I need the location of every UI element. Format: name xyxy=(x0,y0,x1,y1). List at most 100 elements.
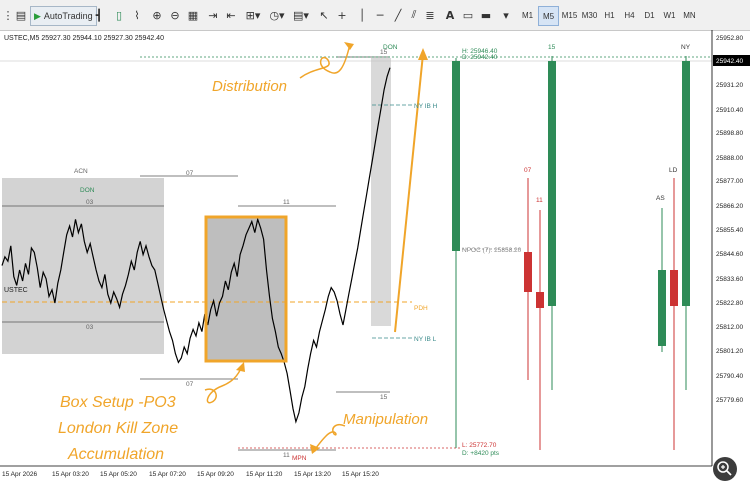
htf-candle-ny-body xyxy=(682,61,690,306)
timeframe-m5[interactable]: M5 xyxy=(538,6,559,26)
price-chart[interactable]: Distribution Box Setup -PO3 London Kill … xyxy=(0,30,750,498)
line-chart-icon[interactable]: ⌇ xyxy=(130,6,144,24)
time-axis-label: 15 Apr 13:20 xyxy=(294,471,331,478)
htf-candle-11-body xyxy=(536,292,544,308)
autoscroll-icon[interactable]: ⇤ xyxy=(224,6,238,24)
box-setup-annotation: Box Setup -PO3 xyxy=(60,394,176,411)
time-axis-label: 15 Apr 07:20 xyxy=(149,471,186,478)
ny-ib-high-label: NY IB H xyxy=(414,103,438,110)
htf-07-label: 07 xyxy=(524,167,532,174)
price-axis: 25952.80 25931.20 25910.40 25898.80 25888.00… xyxy=(716,35,743,404)
price-axis-label: 25866.20 xyxy=(716,203,743,210)
htf-candle-ld-body xyxy=(670,270,678,306)
autotrading-button[interactable]: ▶ AutoTrading xyxy=(30,6,97,26)
timeframe-d1[interactable]: D1 xyxy=(640,6,659,24)
session-03-bottom-label: 03 xyxy=(86,324,94,331)
price-axis-label: 25877.00 xyxy=(716,178,743,185)
price-axis-label: 25855.40 xyxy=(716,227,743,234)
price-axis-label: 25898.80 xyxy=(716,130,743,137)
london-kill-zone-annotation: London Kill Zone xyxy=(58,420,178,437)
periods-icon[interactable]: ◷▾ xyxy=(266,6,288,24)
htf-ny-label: NY xyxy=(681,44,691,51)
equidistant-channel-icon[interactable]: ⫽ xyxy=(408,6,420,24)
more-tools-icon[interactable]: ▾ xyxy=(498,6,514,24)
session-07-top-label: 07 xyxy=(186,170,194,177)
htf-as-label: AS xyxy=(656,195,665,202)
htf-candle-07-body xyxy=(524,252,532,292)
vertical-line-icon[interactable]: │ xyxy=(356,6,368,24)
htf-ld-label: LD xyxy=(669,167,678,174)
price-axis-label: 25844.60 xyxy=(716,251,743,258)
autotrading-label: AutoTrading xyxy=(43,11,93,21)
zoom-out-icon[interactable]: ⊖ xyxy=(168,6,182,24)
manipulation-annotation: Manipulation xyxy=(343,411,428,428)
pdh-label: PDH xyxy=(414,305,428,312)
acn-label: ACN xyxy=(74,168,88,175)
session-03-top-label: 03 xyxy=(86,199,94,206)
cursor-icon[interactable]: ↖ xyxy=(318,6,330,24)
bar-chart-icon[interactable]: ┫ xyxy=(92,6,106,24)
timeframe-mn[interactable]: MN xyxy=(680,6,699,24)
scroll-end-icon[interactable]: ⇥ xyxy=(206,6,220,24)
time-axis-label: 15 Apr 2026 xyxy=(2,471,37,478)
chart-shift-icon[interactable]: ▤ xyxy=(14,6,28,24)
price-axis-label: 25888.00 xyxy=(716,155,743,162)
box-setup-swirl-arrow xyxy=(204,365,243,404)
manipulation-swirl-arrow xyxy=(313,423,346,451)
htf-11-label: 11 xyxy=(536,197,543,204)
time-axis-label: 15 Apr 09:20 xyxy=(197,471,234,478)
timeframe-m1[interactable]: M1 xyxy=(518,6,537,24)
accumulation-annotation: Accumulation xyxy=(67,446,164,463)
toolbar-grip-icon: ⋮ xyxy=(2,8,14,22)
session-11-top-label: 11 xyxy=(283,199,290,206)
chart-header: USTEC,M5 25927.30 25944.10 25927.30 2594… xyxy=(4,35,164,42)
text-tool-icon[interactable]: A xyxy=(444,6,456,24)
price-axis-label: 25812.00 xyxy=(716,324,743,331)
ny-session-box xyxy=(371,58,391,326)
zoom-in-icon[interactable]: ⊕ xyxy=(150,6,164,24)
d-bottom-level-label: D: +8420 pts xyxy=(462,450,500,457)
arrow-tool-icon[interactable]: ▬ xyxy=(480,6,492,24)
npoc-label: NPOC (7): 25858.20 xyxy=(462,247,522,254)
price-axis-label: 25801.20 xyxy=(716,348,743,355)
session-15-bottom-label: 15 xyxy=(380,394,388,401)
timeframe-m15[interactable]: M15 xyxy=(560,6,579,24)
time-axis-label: 15 Apr 15:20 xyxy=(342,471,379,478)
don-left-label: DON xyxy=(80,187,95,194)
htf-candle-as-body xyxy=(658,270,666,346)
templates-icon[interactable]: ▤▾ xyxy=(290,6,312,24)
tile-windows-icon[interactable]: ▦ xyxy=(186,6,200,24)
label-tool-icon[interactable]: ▭ xyxy=(462,6,474,24)
ny-ib-low-label: NY IB L xyxy=(414,336,437,343)
timeframe-m30[interactable]: M30 xyxy=(580,6,599,24)
htf-candle-15-body xyxy=(452,61,460,251)
fibonacci-icon[interactable]: ≣ xyxy=(424,6,436,24)
timeframe-w1[interactable]: W1 xyxy=(660,6,679,24)
london-session-box xyxy=(207,218,285,360)
time-axis-label: 15 Apr 11:20 xyxy=(246,471,283,478)
session-11-bottom-label: 11 xyxy=(283,452,290,459)
d-top-level-label: D: 25942.40 xyxy=(462,54,498,61)
time-axis-label: 15 Apr 05:20 xyxy=(100,471,137,478)
candlestick-icon[interactable]: ▯ xyxy=(112,6,126,24)
low-level-label: L: 25772.70 xyxy=(462,442,497,449)
price-axis-label: 25910.40 xyxy=(716,107,743,114)
distribution-arrowhead xyxy=(418,48,428,60)
price-axis-label: 25931.20 xyxy=(716,82,743,89)
zoom-magnifier-icon[interactable] xyxy=(713,457,737,481)
trendline-icon[interactable]: ╱ xyxy=(392,6,404,24)
distribution-arrow xyxy=(394,53,424,333)
session-15-top-label: 15 xyxy=(380,49,388,56)
indicators-icon[interactable]: ⊞▾ xyxy=(242,6,264,24)
current-price-label: 25942.40 xyxy=(716,58,743,65)
crosshair-icon[interactable]: + xyxy=(336,6,348,24)
box-setup-swirl-arrowhead xyxy=(236,362,245,372)
htf-candle-15b-body xyxy=(548,61,556,306)
mpn-label: MPN xyxy=(292,455,307,462)
horizontal-line-icon[interactable]: ─ xyxy=(374,6,386,24)
symbol-label: USTEC xyxy=(4,287,28,294)
price-axis-label: 25952.80 xyxy=(716,35,743,42)
timeframe-h4[interactable]: H4 xyxy=(620,6,639,24)
timeframe-h1[interactable]: H1 xyxy=(600,6,619,24)
distribution-annotation: Distribution xyxy=(212,78,287,95)
